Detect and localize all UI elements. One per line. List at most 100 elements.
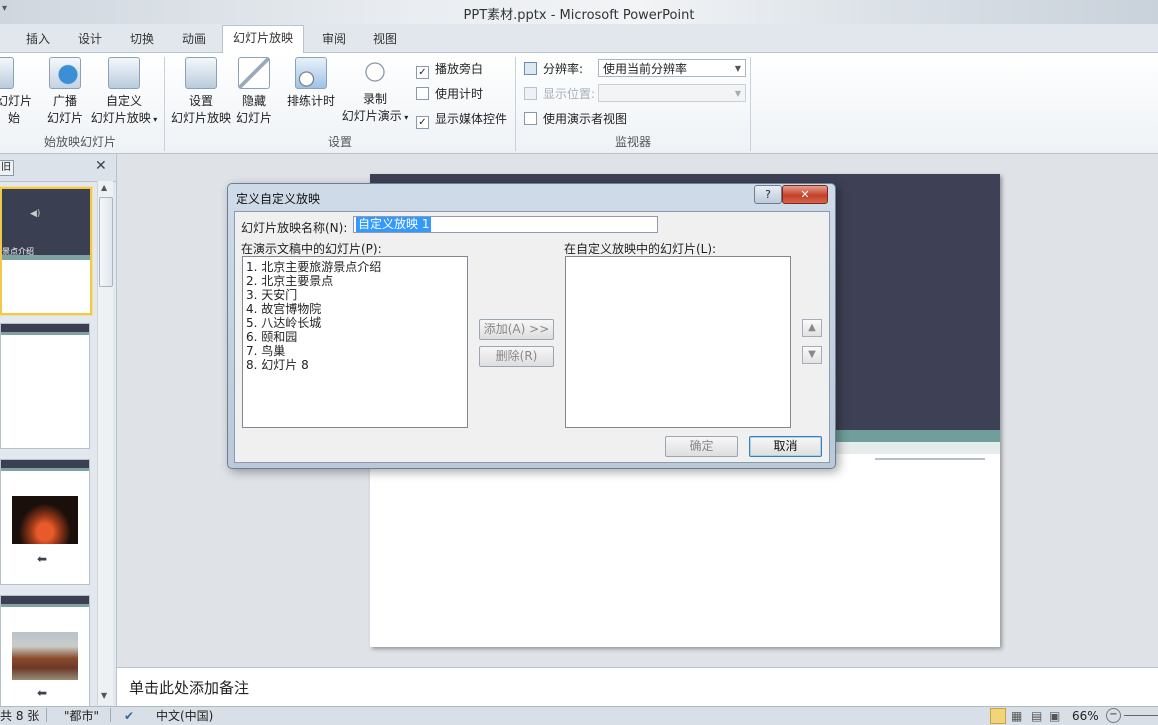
setup-icon — [185, 57, 217, 89]
add-button[interactable]: 添加(A) >> — [479, 319, 554, 340]
help-button[interactable]: ? — [754, 185, 782, 204]
tiananmen-photo — [12, 496, 78, 544]
button-label: 幻灯片放映 — [170, 111, 231, 125]
status-divider — [46, 708, 47, 722]
normal-view-icon[interactable] — [990, 708, 1006, 724]
checkbox-label: 使用计时 — [435, 87, 484, 101]
rehearse-timings-button[interactable]: 排练计时 — [284, 57, 338, 110]
slides-panel: 旧 ✕ ◀) 景点介绍 ⬅ ⬅ ▲ ▼ — [0, 154, 117, 721]
custom-slide-show-button[interactable]: 自定义 幻灯片放映 ▾ — [88, 57, 160, 128]
language[interactable]: 中文(中国) — [156, 707, 213, 725]
list-item[interactable]: 5. 八达岭长城 — [246, 316, 321, 330]
custom-show-slides-label: 在自定义放映中的幻灯片(L): — [564, 242, 717, 256]
button-label: 幻灯片 — [46, 111, 83, 125]
button-label: 幻灯片放映 — [90, 111, 151, 125]
custom-show-slides-list[interactable] — [565, 256, 791, 428]
list-item[interactable]: 7. 鸟巢 — [246, 344, 285, 358]
broadcast-icon — [49, 57, 81, 89]
list-item[interactable]: 6. 颐和园 — [246, 330, 297, 344]
move-down-icon[interactable]: ▼ — [802, 346, 822, 364]
move-up-icon[interactable]: ▲ — [802, 319, 822, 337]
list-item[interactable]: 4. 故宫博物院 — [246, 302, 321, 316]
record-slide-show-button[interactable]: 录制 幻灯片演示 ▾ — [338, 57, 412, 126]
hide-slide-icon — [238, 57, 270, 89]
title-bar: ▾ PPT素材.pptx - Microsoft PowerPoint — [0, 0, 1158, 24]
spelling-check-icon[interactable]: ✔ — [124, 707, 134, 725]
monitor-icon — [524, 87, 537, 100]
checkbox-box — [524, 112, 537, 125]
group-label-monitors: 监视器 — [614, 135, 651, 149]
show-name-label: 幻灯片放映名称(N): — [241, 221, 348, 235]
list-item[interactable]: 1. 北京主要旅游景点介绍 — [246, 260, 381, 274]
reading-view-icon[interactable]: ▤ — [1031, 707, 1042, 725]
checkbox-box — [416, 87, 429, 100]
zoom-out-icon[interactable]: − — [1106, 708, 1121, 723]
presenter-view-checkbox[interactable]: 使用演示者视图 — [524, 110, 627, 127]
tab-review[interactable]: 审阅 — [312, 28, 356, 50]
zoom-slider[interactable] — [1124, 715, 1158, 716]
slide-thumbnail-2[interactable] — [0, 323, 90, 449]
slide-count: 共 8 张 — [0, 709, 40, 723]
ok-button[interactable]: 确定 — [665, 436, 738, 457]
theme-name: "都市" — [64, 709, 100, 723]
hide-slide-button[interactable]: 隐藏 幻灯片 — [234, 57, 274, 127]
show-media-controls-checkbox[interactable]: ✓ 显示媒体控件 — [416, 110, 507, 129]
tab-insert[interactable]: 插入 — [16, 28, 60, 50]
display-on-dropdown[interactable]: ▼ — [598, 84, 746, 102]
presentation-slides-list[interactable]: 1. 北京主要旅游景点介绍 2. 北京主要景点 3. 天安门 4. 故宫博物院 … — [242, 256, 468, 428]
scroll-down-icon[interactable]: ▼ — [101, 691, 107, 700]
thumbnail-band — [1, 604, 89, 607]
resolution-label: 分辨率: — [524, 60, 583, 77]
status-bar: 共 8 张 "都市" ✔ 中文(中国) ▦ ▤ ▣ 66% − — [0, 706, 1158, 725]
list-item[interactable]: 8. 幻灯片 8 — [246, 358, 309, 372]
list-item[interactable]: 3. 天安门 — [246, 288, 297, 302]
tab-transitions[interactable]: 切换 — [120, 28, 164, 50]
presentation-slides-label: 在演示文稿中的幻灯片(P): — [241, 242, 382, 256]
tab-design[interactable]: 设计 — [68, 28, 112, 50]
play-narrations-checkbox[interactable]: ✓ 播放旁白 — [416, 60, 483, 79]
slide-sorter-icon[interactable]: ▦ — [1011, 707, 1022, 725]
thumbnail-band — [1, 468, 89, 471]
monitor-icon — [524, 62, 537, 75]
checkbox-label: 显示媒体控件 — [435, 112, 508, 126]
resolution-value: 使用当前分辨率 — [603, 62, 688, 76]
slides-tab[interactable]: 旧 — [0, 160, 14, 176]
tab-animations[interactable]: 动画 — [172, 28, 216, 50]
close-icon[interactable]: ✕ — [782, 185, 828, 204]
notes-pane[interactable]: 单击此处添加备注 — [117, 667, 1158, 706]
close-icon[interactable]: ✕ — [95, 158, 107, 174]
scroll-thumb[interactable] — [99, 197, 113, 287]
slide-thumbnail-3[interactable]: ⬅ — [0, 459, 90, 585]
cancel-button[interactable]: 取消 — [749, 436, 822, 457]
group-label-setup: 设置 — [327, 135, 352, 149]
button-label: 广播 — [52, 94, 77, 108]
custom-show-icon — [108, 57, 140, 89]
broadcast-slide-show-button[interactable]: 广播 幻灯片 — [42, 57, 88, 127]
dropdown-arrow-icon: ▾ — [401, 113, 409, 122]
use-timings-checkbox[interactable]: 使用计时 — [416, 85, 483, 102]
show-name-input[interactable]: 自定义放映 1 — [353, 216, 658, 233]
dialog-title: 定义自定义放映 — [236, 192, 321, 206]
thumbnail-band — [2, 255, 90, 260]
define-custom-show-dialog: 定义自定义放映 ? ✕ 幻灯片放映名称(N): 自定义放映 1 在演示文稿中的幻… — [227, 183, 836, 469]
zoom-level[interactable]: 66% — [1072, 707, 1099, 725]
ribbon-tabs: 插入 设计 切换 动画 幻灯片放映 审阅 视图 — [0, 24, 1158, 53]
button-label: 录制 — [362, 92, 387, 106]
show-name-value: 自定义放映 1 — [356, 217, 432, 232]
slides-scrollbar[interactable]: ▲ ▼ — [97, 181, 113, 705]
speaker-icon: ◀) — [30, 209, 41, 219]
button-label: 排练计时 — [286, 94, 335, 108]
slide-show-icon[interactable]: ▣ — [1049, 707, 1060, 725]
list-item[interactable]: 2. 北京主要景点 — [246, 274, 333, 288]
tab-slide-show[interactable]: 幻灯片放映 — [222, 25, 305, 53]
from-current-slide-button[interactable]: 幻灯片 始 — [0, 57, 34, 127]
slide-thumbnail-1[interactable]: ◀) 景点介绍 — [0, 187, 92, 315]
set-up-slide-show-button[interactable]: 设置 幻灯片放映 — [170, 57, 232, 127]
button-label: 隐藏 — [241, 94, 266, 108]
resolution-dropdown[interactable]: 使用当前分辨率 ▼ — [598, 59, 746, 77]
tab-view[interactable]: 视图 — [363, 28, 407, 50]
thumbnail-band — [1, 332, 89, 335]
slide-thumbnail-4[interactable]: ⬅ — [0, 595, 90, 721]
remove-button[interactable]: 删除(R) — [479, 346, 554, 367]
scroll-up-icon[interactable]: ▲ — [101, 183, 107, 192]
